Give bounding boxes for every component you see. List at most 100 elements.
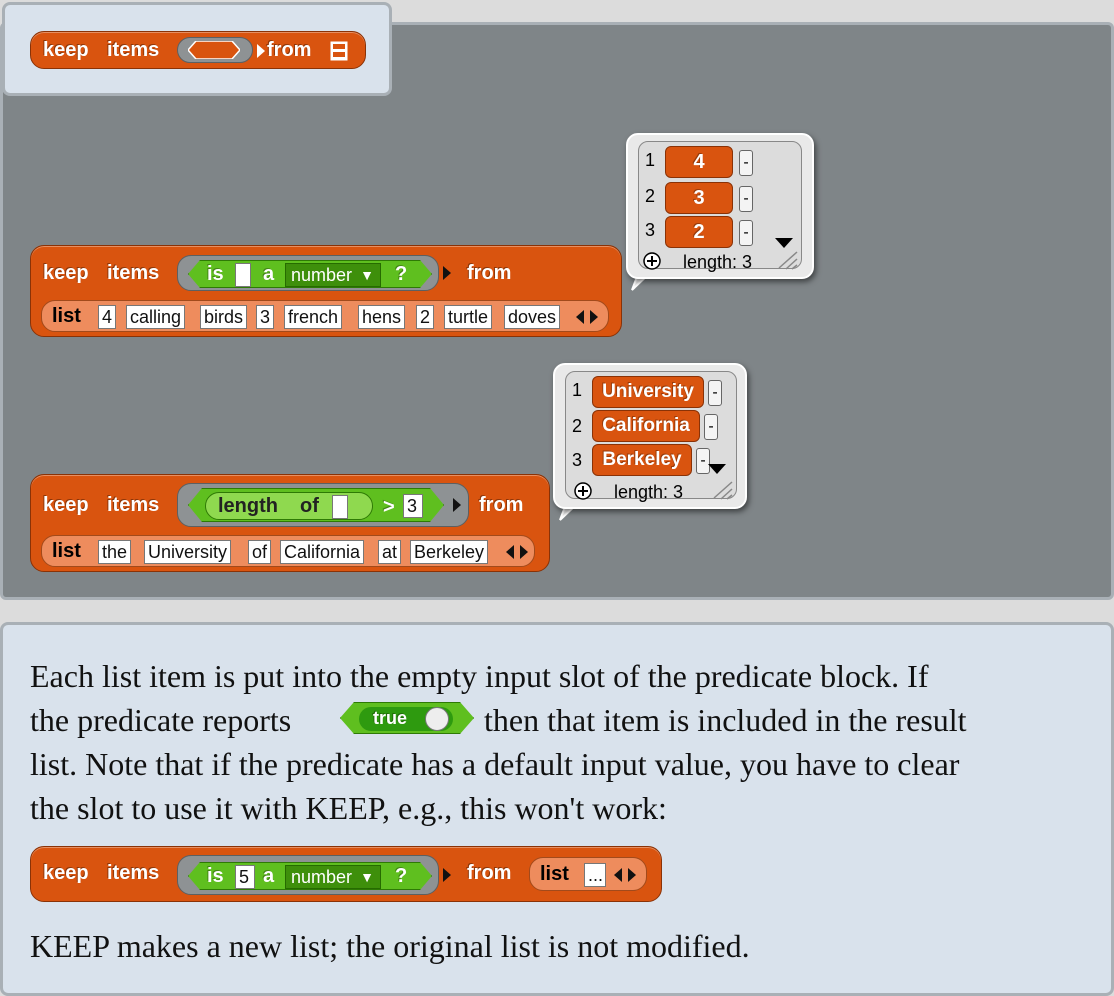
list-item-slot[interactable]: turtle: [444, 305, 493, 329]
remove-input-arrow-icon[interactable]: [614, 868, 622, 882]
remove-input-arrow-icon[interactable]: [506, 545, 514, 559]
keep-block-palette[interactable]: keep items from: [30, 31, 366, 69]
is-a-predicate-block[interactable]: is 5 a number ▼ ?: [188, 862, 432, 890]
list-block[interactable]: list ...: [529, 857, 647, 891]
list-watcher[interactable]: 1 4 - 2 3 - 3 2 - length: 3: [638, 141, 802, 272]
remove-row-button[interactable]: -: [708, 380, 722, 406]
list-item-slot[interactable]: birds: [200, 305, 248, 329]
from-label: from: [479, 494, 524, 516]
list-item-slot[interactable]: 2: [416, 305, 435, 329]
help-line-1: Each list item is put into the empty inp…: [30, 658, 929, 694]
list-item-slot[interactable]: at: [378, 540, 402, 564]
list-cell[interactable]: 3: [665, 182, 733, 214]
true-toggle: true: [359, 707, 453, 731]
add-input-arrow-icon[interactable]: [590, 310, 598, 324]
type-value: number: [291, 265, 353, 285]
add-input-arrow-icon[interactable]: [520, 545, 528, 559]
predicate-ring[interactable]: is a number ▼ ?: [177, 255, 439, 291]
list-label: list: [52, 540, 81, 562]
add-item-icon[interactable]: [643, 252, 661, 270]
list-cell[interactable]: 2: [665, 216, 733, 248]
list-cell[interactable]: University: [592, 376, 704, 408]
list-icon[interactable]: [329, 40, 349, 62]
items-label: items: [107, 262, 160, 284]
list-cell[interactable]: Berkeley: [592, 444, 692, 476]
from-label: from: [467, 862, 512, 884]
list-watcher[interactable]: 1 University - 2 California - 3 Berkeley…: [565, 371, 737, 502]
row-index: 3: [645, 220, 656, 240]
remove-row-button[interactable]: -: [704, 414, 718, 440]
question-label: ?: [395, 263, 408, 285]
list-item-slot[interactable]: doves: [504, 305, 561, 329]
greater-than-label: >: [383, 496, 395, 518]
list-item-slot[interactable]: calling: [126, 305, 186, 329]
expand-arrow-icon[interactable]: [257, 44, 265, 58]
from-label: from: [467, 262, 512, 284]
list-item-slot[interactable]: the: [98, 540, 132, 564]
result-bubble-1: 1 4 - 2 3 - 3 2 - length: 3: [626, 133, 814, 279]
list-item-slot[interactable]: ...: [584, 863, 606, 887]
remove-input-arrow-icon[interactable]: [576, 310, 584, 324]
keep-block-bad-example[interactable]: keep items is 5 a number ▼ ? from list .…: [30, 846, 662, 902]
length-label: length: 3: [614, 482, 684, 502]
list-item-slot[interactable]: french: [284, 305, 343, 329]
items-label: items: [107, 39, 160, 61]
list-cell[interactable]: 4: [665, 146, 733, 178]
a-label: a: [263, 865, 275, 887]
true-boolean-block[interactable]: true: [340, 702, 474, 734]
help-line-2-post: then that item is included in the result: [484, 702, 967, 738]
list-item-slot[interactable]: Berkeley: [410, 540, 489, 564]
remove-row-button[interactable]: -: [739, 220, 753, 246]
type-dropdown[interactable]: number ▼: [285, 263, 381, 287]
list-item-slot[interactable]: University: [144, 540, 232, 564]
keep-label: keep: [43, 494, 89, 516]
empty-input-slot[interactable]: [332, 495, 348, 519]
list-item-slot[interactable]: California: [280, 540, 365, 564]
expand-arrow-icon[interactable]: [443, 266, 451, 280]
add-input-arrow-icon[interactable]: [628, 868, 636, 882]
length-label: length: 3: [683, 252, 753, 272]
row-index: 2: [645, 186, 656, 206]
list-block[interactable]: list 4 calling birds 3 french hens 2 tur…: [41, 300, 609, 332]
list-item-slot[interactable]: 4: [98, 305, 117, 329]
scroll-down-icon[interactable]: [775, 238, 793, 250]
from-label: from: [267, 39, 312, 61]
keep-label: keep: [43, 862, 89, 884]
empty-input-slot[interactable]: [235, 263, 251, 287]
expand-arrow-icon[interactable]: [453, 498, 461, 512]
list-item-slot[interactable]: hens: [358, 305, 406, 329]
dropdown-arrow-icon: ▼: [360, 267, 374, 283]
remove-row-button[interactable]: -: [739, 186, 753, 212]
list-cell[interactable]: California: [592, 410, 700, 442]
predicate-ring[interactable]: is 5 a number ▼ ?: [177, 855, 439, 895]
length-of-reporter-block[interactable]: length of: [205, 492, 373, 520]
toggle-knob-icon: [425, 707, 449, 731]
list-item-slot[interactable]: of: [248, 540, 272, 564]
items-label: items: [107, 494, 160, 516]
predicate-ring-slot[interactable]: [177, 37, 253, 63]
result-bubble-2: 1 University - 2 California - 3 Berkeley…: [553, 363, 747, 509]
greater-than-predicate-block[interactable]: length of > 3: [188, 488, 444, 522]
length-label: length: [218, 495, 278, 517]
keep-block-example2[interactable]: keep items length of > 3 from list the U…: [30, 474, 550, 572]
is-a-predicate-block[interactable]: is a number ▼ ?: [188, 260, 432, 288]
row-index: 2: [572, 416, 583, 436]
keep-block-example1[interactable]: keep items is a number ▼ ? from list 4 c…: [30, 245, 622, 337]
default-input-slot[interactable]: 5: [235, 865, 255, 889]
items-label: items: [107, 862, 160, 884]
list-item-slot[interactable]: 3: [256, 305, 275, 329]
is-label: is: [207, 263, 224, 285]
resize-handle-icon[interactable]: [712, 480, 734, 500]
number-input-slot[interactable]: 3: [403, 494, 423, 518]
help-line-2-pre: the predicate reports: [30, 702, 292, 738]
predicate-ring[interactable]: length of > 3: [177, 483, 469, 527]
scroll-down-icon[interactable]: [708, 464, 726, 476]
expand-arrow-icon[interactable]: [443, 868, 451, 882]
remove-row-button[interactable]: -: [739, 150, 753, 176]
add-item-icon[interactable]: [574, 482, 592, 500]
resize-handle-icon[interactable]: [777, 250, 799, 270]
list-block[interactable]: list the University of California at Ber…: [41, 535, 535, 567]
true-label: true: [373, 708, 408, 728]
type-dropdown[interactable]: number ▼: [285, 865, 381, 889]
of-label: of: [300, 495, 319, 517]
